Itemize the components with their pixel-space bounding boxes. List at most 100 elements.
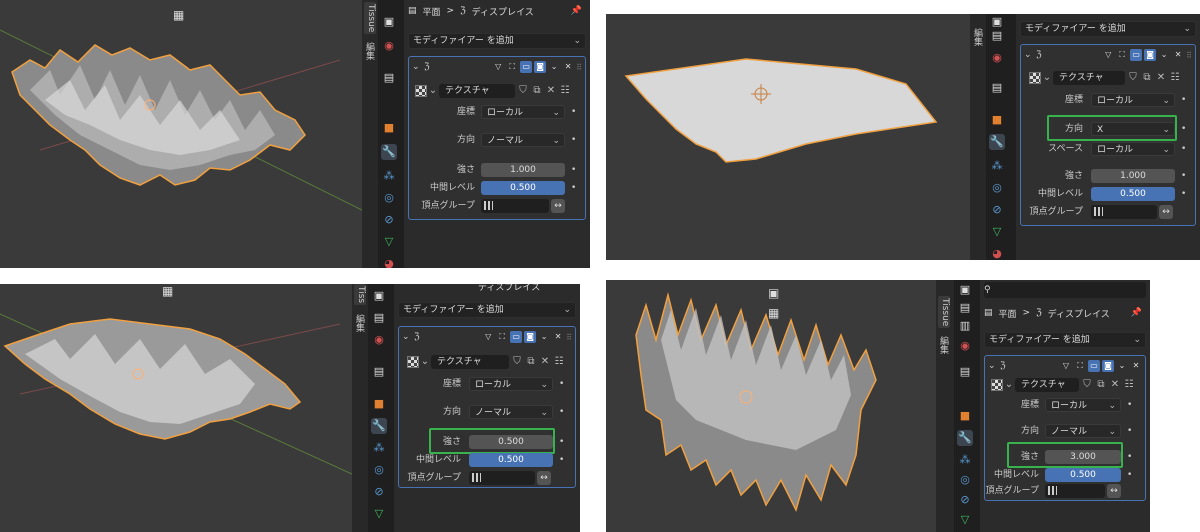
coord-dropdown[interactable]: ローカル ⌄ [1091, 93, 1175, 107]
midlevel-field[interactable]: 0.500 [1045, 468, 1121, 482]
keyframe-dot[interactable]: • [1127, 450, 1132, 465]
keyframe-dot[interactable]: • [1127, 424, 1132, 439]
edit-mode-icon[interactable]: ▽ [1060, 360, 1072, 372]
midlevel-field[interactable]: 0.500 [481, 181, 565, 195]
pin-icon[interactable]: 📌 [571, 6, 582, 16]
vgroup-field[interactable] [1091, 205, 1157, 219]
modifier-wrench-icon[interactable]: 🔧 [371, 418, 387, 434]
unlink-close-icon[interactable]: ✕ [1109, 378, 1121, 392]
texture-dropdown-icon[interactable]: ⌄ [1003, 378, 1015, 392]
particles-icon[interactable]: ⁂ [957, 452, 973, 468]
strength-field[interactable]: 1.000 [481, 163, 565, 177]
viewport-3d[interactable]: ▣ ▦ [606, 280, 936, 532]
texture-name-field[interactable]: テクスチャ [431, 355, 509, 369]
duplicate-icon[interactable]: ⧉ [1095, 378, 1107, 392]
viewport-3d[interactable]: ▦ [0, 0, 362, 268]
constraints-icon[interactable]: ⊘ [381, 212, 397, 228]
direction-dropdown[interactable]: ノーマル ⌄ [481, 133, 565, 147]
viewport-display-icon[interactable]: ▭ [510, 331, 523, 343]
render-camera-icon[interactable]: ◙ [534, 61, 547, 73]
keyframe-dot[interactable]: • [559, 435, 564, 450]
keyframe-dot[interactable]: • [1181, 187, 1186, 202]
texture-name-field[interactable]: テクスチャ [1053, 71, 1125, 85]
texture-dropdown-icon[interactable]: ⌄ [419, 355, 431, 369]
physics-icon[interactable]: ◎ [957, 472, 973, 488]
tool-icon[interactable]: ▣ [957, 282, 973, 298]
add-modifier-dropdown[interactable]: モディファイアー を追加 ⌄ [984, 332, 1146, 348]
drag-grip-icon[interactable]: ⠿ [566, 333, 572, 342]
unlink-close-icon[interactable]: ✕ [539, 355, 551, 369]
keyframe-dot[interactable]: • [559, 377, 564, 392]
render-icon[interactable]: ▤ [957, 300, 973, 316]
fake-user-shield-icon[interactable]: ⛉ [517, 84, 529, 98]
constraints-icon[interactable]: ⊘ [371, 484, 387, 500]
render-icon[interactable]: ▤ [989, 28, 1005, 44]
render-camera-icon[interactable]: ◙ [524, 331, 537, 343]
direction-dropdown[interactable]: ノーマル ⌄ [1045, 424, 1121, 438]
coord-dropdown[interactable]: ローカル ⌄ [1045, 398, 1121, 412]
keyframe-dot[interactable]: • [1127, 398, 1132, 413]
vgroup-field[interactable] [1045, 484, 1105, 498]
tab-tissue[interactable]: Tissue [364, 2, 376, 35]
edit-mode-icon[interactable]: ▽ [492, 61, 504, 73]
dropdown-icon[interactable]: ⌄ [1116, 360, 1128, 372]
keyframe-dot[interactable]: • [1181, 122, 1186, 137]
close-icon[interactable]: ✕ [562, 61, 574, 73]
texture-name-field[interactable]: テクスチャ [439, 84, 515, 98]
output-icon[interactable]: ▥ [957, 318, 973, 334]
material-icon[interactable]: ◕ [989, 246, 1005, 260]
world-icon[interactable]: ◉ [957, 338, 973, 354]
data-icon[interactable]: ▽ [989, 224, 1005, 240]
texture-settings-icon[interactable]: ☷ [553, 355, 565, 369]
search-bar[interactable]: ⚲ [984, 282, 1146, 298]
collapse-chevron-icon[interactable]: ⌄ [988, 361, 998, 371]
tab-tissue[interactable]: Tissue [938, 296, 950, 329]
fake-user-shield-icon[interactable]: ⛉ [511, 355, 523, 369]
dropdown-icon[interactable]: ⌄ [548, 61, 560, 73]
collapse-chevron-icon[interactable]: ⌄ [412, 62, 422, 72]
keyframe-dot[interactable]: • [1181, 142, 1186, 157]
collection-icon[interactable]: ▤ [371, 364, 387, 380]
tab-edit[interactable]: 編集 [354, 314, 366, 332]
particles-icon[interactable]: ⁂ [371, 440, 387, 456]
on-cage-icon[interactable]: ⛶ [496, 331, 508, 343]
data-icon[interactable]: ▽ [381, 234, 397, 250]
drag-grip-icon[interactable]: ⠿ [576, 63, 582, 72]
invert-swap-icon[interactable]: ↔ [1159, 205, 1173, 219]
world-icon[interactable]: ◉ [371, 332, 387, 348]
ortho-grid-icon[interactable]: ▦ [162, 284, 173, 298]
physics-icon[interactable]: ◎ [371, 462, 387, 478]
data-icon[interactable]: ▽ [957, 512, 973, 528]
keyframe-dot[interactable]: • [571, 163, 576, 178]
render-camera-icon[interactable]: ◙ [1144, 49, 1157, 61]
tab-tissue[interactable]: Tiss [354, 284, 366, 306]
collection-icon[interactable]: ▤ [989, 80, 1005, 96]
scene-icon[interactable]: ▣ [371, 288, 387, 304]
scene-icon[interactable]: ▣ [381, 14, 397, 30]
viewport-3d[interactable] [606, 14, 970, 260]
strength-field[interactable]: 1.000 [1091, 169, 1175, 183]
keyframe-dot[interactable]: • [1181, 169, 1186, 184]
midlevel-field[interactable]: 0.500 [1091, 187, 1175, 201]
add-modifier-dropdown[interactable]: モディファイアー を追加 ⌄ [408, 33, 586, 49]
object-icon[interactable]: ■ [989, 112, 1005, 128]
invert-swap-icon[interactable]: ↔ [1107, 484, 1121, 498]
physics-icon[interactable]: ◎ [989, 180, 1005, 196]
duplicate-icon[interactable]: ⧉ [531, 84, 543, 98]
dropdown-icon[interactable]: ⌄ [1158, 49, 1170, 61]
texture-settings-icon[interactable]: ☷ [1123, 378, 1135, 392]
data-icon[interactable]: ▽ [371, 506, 387, 522]
camera-icon[interactable]: ▣ [768, 286, 779, 300]
constraints-icon[interactable]: ⊘ [989, 202, 1005, 218]
midlevel-field[interactable]: 0.500 [469, 453, 553, 467]
keyframe-dot[interactable]: • [1181, 93, 1186, 108]
fake-user-shield-icon[interactable]: ⛉ [1081, 378, 1093, 392]
pin-icon[interactable]: 📌 [1131, 308, 1142, 318]
add-modifier-dropdown[interactable]: モディファイアー を追加 ⌄ [1020, 21, 1196, 37]
edit-mode-icon[interactable]: ▽ [1102, 49, 1114, 61]
texture-name-field[interactable]: テクスチャ [1015, 378, 1079, 392]
coord-dropdown[interactable]: ローカル ⌄ [481, 105, 565, 119]
modifier-wrench-icon[interactable]: 🔧 [957, 430, 973, 446]
texture-settings-icon[interactable]: ☷ [559, 84, 571, 98]
render-camera-icon[interactable]: ◙ [1102, 360, 1114, 372]
